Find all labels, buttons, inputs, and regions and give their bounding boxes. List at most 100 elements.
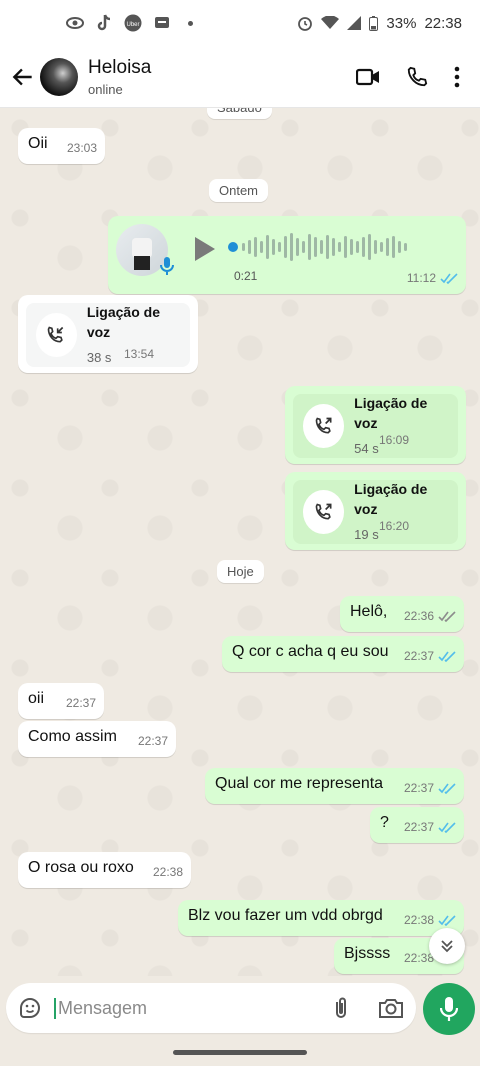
- clock: 22:38: [424, 14, 462, 32]
- waveform-bar: [302, 241, 305, 253]
- call-card-body: Ligação de voz 54 s 16:09: [293, 394, 458, 458]
- message-incoming[interactable]: Como assim 22:37: [18, 721, 176, 757]
- waveform-bar: [278, 242, 281, 252]
- call-time: 13:54: [124, 347, 155, 361]
- message-time: 22:38: [403, 913, 434, 927]
- waveform-bar: [308, 234, 311, 260]
- message-text: Blz vou fazer um vdd obrgd: [188, 907, 383, 924]
- waveform-bar: [260, 241, 263, 253]
- microphone-icon: [440, 997, 458, 1021]
- waveform-bar: [314, 237, 317, 257]
- waveform-bar: [320, 240, 323, 254]
- waveform-bar: [368, 234, 371, 260]
- eye-icon: [66, 17, 84, 29]
- double-check-icon: [438, 821, 456, 833]
- message-app-icon: [155, 17, 169, 28]
- message-outgoing[interactable]: Blz vou fazer um vdd obrgd 22:38: [178, 900, 464, 936]
- waveform-bar: [242, 243, 245, 251]
- message-text: Qual cor me representa: [215, 775, 384, 792]
- message-text: Bjssss: [344, 945, 391, 962]
- chat-header: Heloisa online: [0, 46, 480, 108]
- contact-avatar[interactable]: [40, 57, 78, 96]
- message-incoming[interactable]: Oii 23:03: [18, 128, 105, 164]
- message-composer: [6, 983, 416, 1033]
- call-title: Ligação de voz: [354, 395, 428, 431]
- chat-area[interactable]: Sábado Oii 23:03 Ontem 0:21 11:12 Ligaçã…: [0, 108, 480, 976]
- voice-call-icon[interactable]: [406, 66, 428, 88]
- message-incoming[interactable]: O rosa ou roxo 22:38: [18, 852, 191, 888]
- message-time: 23:03: [66, 141, 97, 155]
- message-time: 22:37: [403, 649, 434, 663]
- voice-waveform[interactable]: [242, 232, 407, 262]
- contact-info[interactable]: Heloisa online: [88, 57, 356, 97]
- voice-message[interactable]: 0:21 11:12: [108, 216, 466, 294]
- call-card-outgoing[interactable]: Ligação de voz 54 s 16:09: [285, 386, 466, 464]
- message-text: oii: [28, 690, 45, 707]
- play-icon[interactable]: [194, 236, 216, 262]
- tiktok-icon: [97, 14, 111, 31]
- wifi-icon: [321, 16, 340, 29]
- message-meta: 22:37: [404, 778, 456, 798]
- call-time: 16:09: [379, 433, 410, 447]
- message-outgoing[interactable]: ? 22:37: [370, 807, 464, 843]
- message-time: 22:37: [137, 734, 168, 748]
- call-title: Ligação de voz: [86, 304, 160, 340]
- call-time: 16:20: [379, 519, 410, 533]
- message-meta: 22:38: [404, 910, 456, 930]
- double-check-icon: [438, 610, 456, 622]
- waveform-bar: [386, 238, 389, 256]
- waveform-bar: [338, 242, 341, 252]
- sticker-icon[interactable]: [18, 996, 42, 1020]
- message-text: Q cor c acha q eu sou: [232, 643, 389, 660]
- missed-call-arrow-icon: [48, 326, 64, 343]
- status-bar: Uber 33% 22:38: [0, 0, 480, 46]
- message-outgoing[interactable]: Helô, 22:36: [340, 596, 464, 632]
- waveform-bar: [380, 242, 383, 252]
- double-check-icon: [438, 782, 456, 794]
- video-call-icon[interactable]: [356, 68, 380, 86]
- header-actions: [356, 66, 470, 88]
- message-incoming[interactable]: oii 22:37: [18, 683, 104, 719]
- waveform-bar: [272, 239, 275, 255]
- message-text: ?: [380, 814, 389, 831]
- contact-status: online: [88, 81, 123, 97]
- scroll-to-bottom-button[interactable]: [429, 928, 465, 964]
- waveform-bar: [266, 235, 269, 259]
- date-chip-yesterday: Ontem: [209, 179, 269, 202]
- double-check-icon: [440, 272, 458, 284]
- system-navigation-bar: [0, 1040, 480, 1066]
- more-options-icon[interactable]: [454, 66, 460, 88]
- attachment-icon[interactable]: [330, 996, 352, 1020]
- call-title: Ligação de voz: [354, 481, 428, 517]
- date-chip-saturday: Sábado: [207, 108, 272, 119]
- waveform-bar: [362, 237, 365, 257]
- waveform-bar: [404, 243, 407, 251]
- double-check-icon: [438, 650, 456, 662]
- message-text: Helô,: [350, 603, 388, 620]
- microphone-icon: [160, 257, 174, 275]
- playback-position[interactable]: [228, 242, 238, 252]
- call-card-incoming[interactable]: Ligação de voz 38 s 13:54: [18, 295, 198, 373]
- call-card-body: Ligação de voz 19 s 16:20: [293, 480, 458, 544]
- camera-icon[interactable]: [378, 997, 404, 1019]
- call-card-outgoing[interactable]: Ligação de voz 19 s 16:20: [285, 472, 466, 550]
- message-outgoing[interactable]: Q cor c acha q eu sou 22:37: [222, 636, 464, 672]
- outgoing-call-icon: [315, 417, 332, 434]
- waveform-bar: [296, 238, 299, 256]
- message-input[interactable]: [54, 997, 330, 1019]
- waveform-bar: [350, 239, 353, 255]
- message-time: 22:36: [403, 609, 434, 623]
- back-arrow-icon[interactable]: [10, 64, 36, 90]
- call-icon-wrap: [303, 404, 345, 448]
- waveform-bar: [290, 233, 293, 261]
- more-notifications-dot: [188, 20, 193, 26]
- message-outgoing[interactable]: Qual cor me representa 22:37: [205, 768, 464, 804]
- waveform-bar: [356, 241, 359, 253]
- home-gesture-pill[interactable]: [173, 1050, 307, 1055]
- outgoing-call-icon: [315, 503, 332, 520]
- voice-record-button[interactable]: [423, 983, 475, 1035]
- voice-time-text: 11:12: [406, 271, 436, 285]
- voice-time: 11:12: [407, 268, 458, 288]
- double-chevron-down-icon: [441, 940, 453, 953]
- message-text: O rosa ou roxo: [28, 859, 134, 876]
